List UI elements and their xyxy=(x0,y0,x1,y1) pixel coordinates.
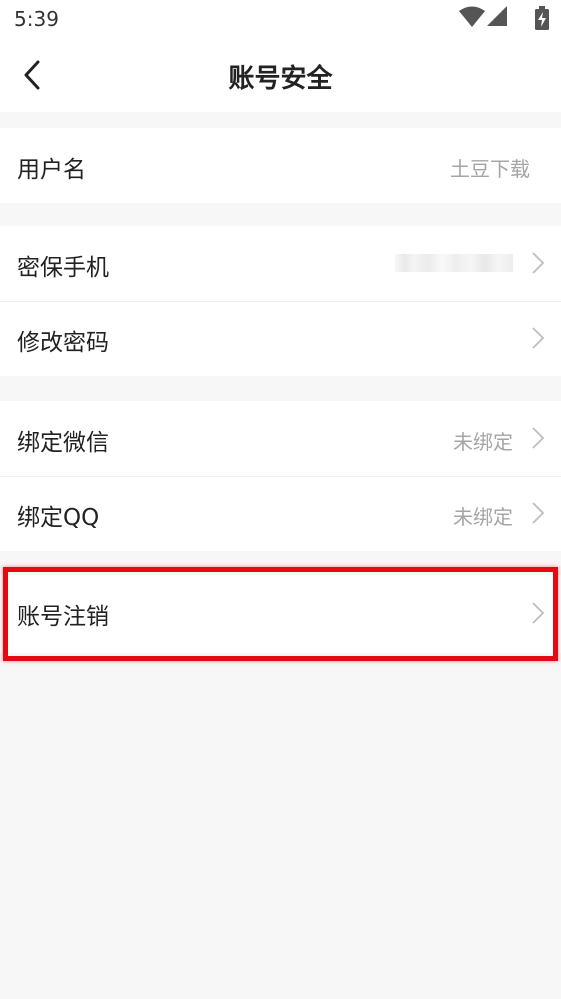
group-username: 用户名 土豆下载 xyxy=(0,128,561,203)
group-bindings: 绑定微信 未绑定 绑定QQ 未绑定 xyxy=(0,401,561,551)
status-bar: 5:39 xyxy=(0,0,561,38)
masked-phone-number xyxy=(395,254,513,272)
row-value: 土豆下载 xyxy=(450,157,530,181)
status-time: 5:39 xyxy=(14,7,59,31)
group-security: 密保手机 修改密码 xyxy=(0,226,561,376)
chevron-right-icon xyxy=(532,327,545,349)
chevron-right-icon xyxy=(532,502,545,524)
row-change-password[interactable]: 修改密码 xyxy=(0,301,561,376)
page-title: 账号安全 xyxy=(228,64,333,94)
chevron-right-icon xyxy=(532,252,545,274)
account-security-screen: 5:39 账号安全 用户名 土豆下载 密保手机 修改密码 绑定微信 未绑定 绑定… xyxy=(0,0,561,999)
row-bind-wechat[interactable]: 绑定微信 未绑定 xyxy=(0,401,561,476)
row-bind-qq[interactable]: 绑定QQ 未绑定 xyxy=(0,476,561,551)
row-account-deletion[interactable]: 账号注销 xyxy=(0,575,561,653)
cellular-signal-icon xyxy=(487,6,507,26)
row-value: 未绑定 xyxy=(453,430,513,454)
battery-charging-icon xyxy=(535,6,549,30)
chevron-right-icon xyxy=(532,602,545,624)
row-label: 绑定QQ xyxy=(17,505,100,531)
row-value: 未绑定 xyxy=(453,505,513,529)
row-label: 用户名 xyxy=(17,157,86,183)
row-security-phone[interactable]: 密保手机 xyxy=(0,226,561,301)
row-label: 密保手机 xyxy=(17,255,109,281)
row-label: 绑定微信 xyxy=(17,430,109,456)
chevron-right-icon xyxy=(532,427,545,449)
row-label: 账号注销 xyxy=(17,604,109,630)
nav-bar: 账号安全 xyxy=(0,38,561,112)
wifi-icon xyxy=(459,6,485,27)
row-username: 用户名 土豆下载 xyxy=(0,128,561,203)
group-account-deletion: 账号注销 xyxy=(0,575,561,653)
row-label: 修改密码 xyxy=(17,330,109,356)
